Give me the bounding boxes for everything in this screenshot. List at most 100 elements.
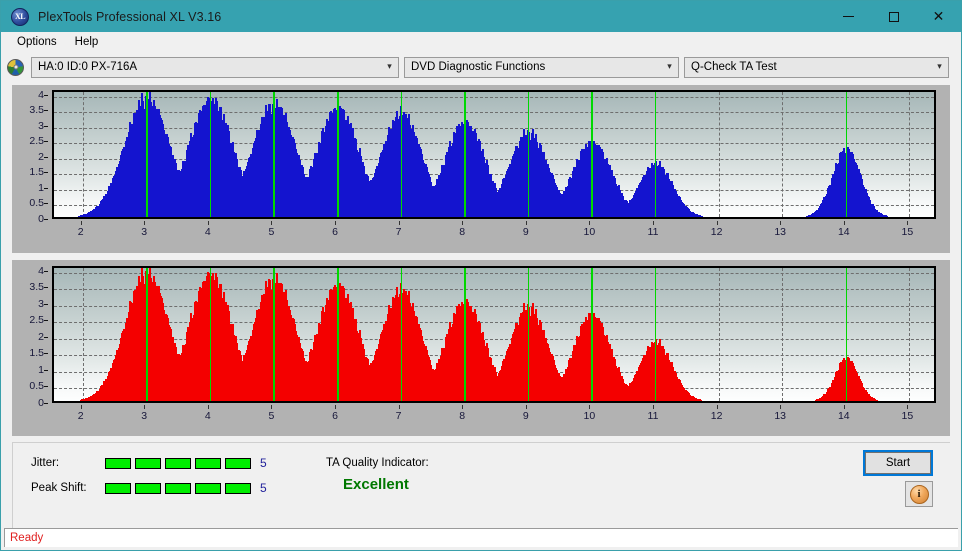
- gridline: [54, 112, 934, 114]
- y-axis-tick-label: 3.5: [29, 104, 44, 117]
- status-text: Ready: [10, 532, 44, 544]
- minimize-icon: [843, 16, 854, 17]
- minimize-button[interactable]: [826, 1, 871, 32]
- y-axis-tick: [44, 94, 48, 96]
- start-button[interactable]: Start: [863, 450, 933, 476]
- drive-select[interactable]: HA:0 ID:0 PX-716A ▾: [31, 56, 399, 78]
- drive-select-value: HA:0 ID:0 PX-716A: [38, 61, 138, 73]
- meter-block: [225, 457, 251, 469]
- x-axis-tick: [271, 405, 273, 409]
- y-axis-tick: [44, 353, 48, 355]
- y-axis-tick-label: 3.5: [29, 281, 44, 294]
- close-button[interactable]: ✕: [916, 1, 961, 32]
- x-axis-tick: [907, 405, 909, 409]
- peak-shift-chart-panel: 0 0.5 1 1.5 2 2.5 3 3.5 4 2 3 4 5 6 7 8 9 10 11 12 13 14 15: [12, 260, 950, 436]
- x-axis-tick: [652, 405, 654, 409]
- chevron-down-icon: ▾: [387, 62, 392, 72]
- results-panel: Jitter: 5 Peak Shift: 5 TA Quality Indic…: [12, 442, 950, 528]
- x-axis-tick: [652, 221, 654, 225]
- meter-block: [105, 482, 131, 494]
- x-axis-tick: [716, 221, 718, 225]
- menu-item-help[interactable]: Help: [67, 34, 107, 50]
- meter-block: [165, 482, 191, 494]
- marker-line: [400, 92, 403, 217]
- x-axis-tick-label: 6: [332, 410, 338, 422]
- chart-bar: [699, 399, 702, 401]
- marker-line: [209, 92, 212, 217]
- gridline: [909, 268, 911, 401]
- plot-area: [52, 90, 936, 219]
- marker-line: [146, 92, 148, 217]
- y-axis-tick: [44, 403, 48, 404]
- x-axis-tick-label: 2: [77, 226, 84, 238]
- x-axis-tick-label: 15: [901, 410, 914, 422]
- app-window: XL PlexTools Professional XL V3.16 ✕ Opt…: [0, 0, 962, 551]
- maximize-button[interactable]: [871, 1, 916, 32]
- y-axis-tick: [44, 125, 48, 127]
- maximize-icon: [888, 11, 899, 22]
- disc-icon: [7, 58, 24, 76]
- marker-line: [654, 268, 657, 401]
- x-axis-tick-label: 5: [268, 410, 275, 422]
- ta-quality-label: TA Quality Indicator:: [326, 457, 429, 469]
- x-axis-tick: [80, 405, 82, 409]
- x-axis: 2 3 4 5 6 7 8 9 10 11 12 13 14 15: [52, 405, 936, 423]
- chart-bar: [876, 399, 879, 401]
- y-axis-tick: [44, 141, 48, 143]
- x-axis-tick: [843, 221, 845, 225]
- peak-shift-row: Peak Shift: 5: [31, 481, 267, 495]
- x-axis-tick: [589, 221, 591, 225]
- app-icon: XL: [11, 7, 29, 26]
- y-axis-tick: [44, 110, 48, 112]
- y-axis-tick-label: 0.5: [29, 197, 44, 210]
- function-select[interactable]: DVD Diagnostic Functions ▾: [404, 56, 679, 78]
- peak-shift-value: 5: [260, 481, 267, 495]
- gridline: [54, 127, 934, 129]
- status-bar: Ready: [4, 528, 958, 547]
- marker-line: [654, 92, 657, 217]
- x-axis-tick: [780, 405, 782, 409]
- jitter-row: Jitter: 5: [31, 456, 267, 470]
- meter-block: [195, 482, 221, 494]
- marker-line: [273, 268, 275, 401]
- x-axis-tick-label: 8: [459, 410, 466, 422]
- marker-line: [146, 268, 148, 401]
- y-axis-tick-label: 1.5: [29, 166, 44, 179]
- y-axis-tick: [44, 172, 48, 174]
- marker-line: [591, 268, 593, 401]
- x-axis-tick: [525, 405, 527, 409]
- y-axis-tick: [44, 156, 48, 158]
- meter-block: [105, 457, 131, 469]
- x-axis-tick-label: 14: [837, 410, 850, 422]
- x-axis-tick: [335, 405, 336, 409]
- gridline: [54, 322, 934, 324]
- x-axis-tick-label: 5: [268, 226, 275, 238]
- x-axis-tick-label: 4: [204, 410, 211, 422]
- y-axis-tick: [44, 386, 48, 388]
- charts-region: 0 0.5 1 1.5 2 2.5 3 3.5 4 2 3 4 5 6 7 8 9 10 11 12 13 14 15 00…: [1, 82, 961, 436]
- jitter-meter: [105, 457, 251, 469]
- x-axis-tick-label: 10: [583, 410, 596, 422]
- menu-item-options[interactable]: Options: [9, 34, 65, 50]
- gridline: [54, 143, 934, 145]
- marker-line: [591, 92, 593, 217]
- x-axis-tick-label: 4: [204, 226, 211, 238]
- marker-line: [845, 268, 848, 401]
- x-axis-tick: [271, 221, 273, 225]
- test-select[interactable]: Q-Check TA Test ▾: [684, 56, 949, 78]
- window-title: PlexTools Professional XL V3.16: [38, 9, 222, 24]
- marker-line: [527, 268, 530, 401]
- y-axis-tick: [44, 303, 48, 305]
- y-axis-tick: [44, 270, 48, 272]
- peak-shift-chart: 0 0.5 1 1.5 2 2.5 3 3.5 4 2 3 4 5 6 7 8 9 10 11 12 13 14 15: [12, 260, 950, 436]
- gridline: [54, 96, 934, 98]
- info-button[interactable]: i: [905, 481, 933, 507]
- x-axis-tick-label: 3: [141, 410, 148, 422]
- x-axis-tick: [907, 221, 909, 225]
- gridline: [54, 289, 934, 291]
- ta-quality-value: Excellent: [343, 476, 409, 493]
- jitter-chart: 0 0.5 1 1.5 2 2.5 3 3.5 4 2 3 4 5 6 7 8 9 10 11 12 13 14 15: [12, 85, 950, 253]
- chart-bar: [885, 215, 888, 217]
- marker-line: [845, 92, 848, 217]
- x-axis-tick: [780, 221, 782, 225]
